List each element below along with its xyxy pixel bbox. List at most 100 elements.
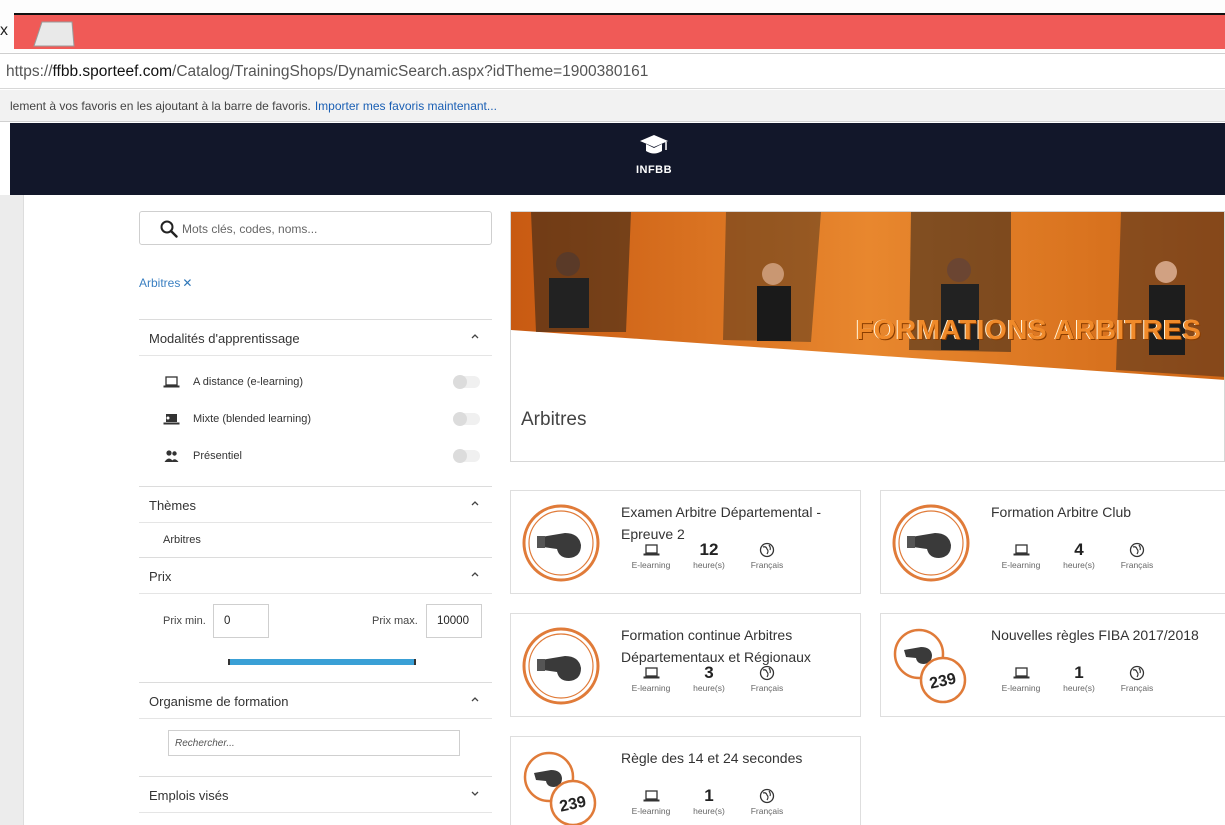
- globe-icon: [759, 542, 775, 558]
- import-favorites-link[interactable]: Importer mes favoris maintenant...: [315, 99, 497, 113]
- price-max-input[interactable]: 10000: [426, 604, 482, 638]
- meta-lang: Français: [737, 541, 797, 570]
- search-input[interactable]: [182, 219, 472, 239]
- globe-icon: [1129, 542, 1145, 558]
- favorites-bar: lement à vos favoris en les ajoutant à l…: [0, 90, 1225, 122]
- active-filter-chip[interactable]: Arbitres ✕: [139, 276, 192, 290]
- course-card[interactable]: 239 Règle des 14 et 24 secondes E-learni…: [510, 736, 861, 825]
- meta-lang: Français: [737, 787, 797, 816]
- price-max-label: Prix max.: [372, 615, 418, 627]
- meta-lang: Français: [1107, 664, 1167, 693]
- meta-mode: E-learning: [621, 541, 681, 570]
- price-min-input[interactable]: 0: [213, 604, 269, 638]
- theme-item-arbitres[interactable]: Arbitres: [163, 534, 201, 546]
- laptop-icon: [163, 376, 180, 388]
- course-title[interactable]: Formation continue Arbitres Départementa…: [621, 624, 856, 668]
- blended-icon: [163, 414, 180, 425]
- panel-themes-header[interactable]: Thèmes: [139, 486, 492, 523]
- meta-hours-value: 4: [1074, 540, 1084, 559]
- meta-hours-label: heure(s): [693, 560, 725, 570]
- modality-label: Présentiel: [193, 450, 242, 462]
- meta-hours-label: heure(s): [1063, 560, 1095, 570]
- meta-lang-label: Français: [750, 683, 784, 693]
- organisme-search[interactable]: [168, 730, 460, 756]
- theme-banner: FORMATIONS ARBITRES Arbitres: [510, 211, 1225, 462]
- course-title[interactable]: Nouvelles règles FIBA 2017/2018: [991, 624, 1225, 646]
- meta-hours-label: heure(s): [1063, 683, 1095, 693]
- meta-hours-value: 3: [704, 663, 714, 682]
- meta-mode: E-learning: [991, 541, 1051, 570]
- modality-blended[interactable]: Mixte (blended learning): [163, 409, 483, 431]
- course-card[interactable]: Formation Arbitre Club E-learning 4 heur…: [880, 490, 1225, 594]
- whistle-icon: [522, 627, 600, 705]
- panel-modalities-title: Modalités d'apprentissage: [149, 331, 300, 346]
- course-card[interactable]: Formation continue Arbitres Départementa…: [510, 613, 861, 717]
- tab-strip: [14, 13, 1225, 49]
- course-card[interactable]: Examen Arbitre Départemental - Epreuve 2…: [510, 490, 861, 594]
- modality-presentiel-toggle[interactable]: [453, 449, 480, 463]
- meta-lang-label: Français: [750, 560, 784, 570]
- url-text[interactable]: https://ffbb.sporteef.com/Catalog/Traini…: [6, 63, 648, 81]
- laptop-icon: [1013, 667, 1029, 679]
- panel-themes-title: Thèmes: [149, 498, 196, 513]
- modality-presentiel[interactable]: Présentiel: [163, 446, 483, 468]
- chevron-up-icon[interactable]: [470, 498, 480, 508]
- panel-modalities-header[interactable]: Modalités d'apprentissage: [139, 319, 492, 356]
- chevron-up-icon[interactable]: [470, 694, 480, 704]
- panel-price-header[interactable]: Prix: [139, 557, 492, 594]
- meta-hours: 12 heure(s): [679, 540, 739, 571]
- meta-mode: E-learning: [621, 787, 681, 816]
- infbb-logo[interactable]: INFBB: [630, 133, 678, 187]
- modality-elearning[interactable]: A distance (e-learning): [163, 372, 483, 394]
- browser-tabbar: x: [0, 0, 1225, 52]
- course-title[interactable]: Règle des 14 et 24 secondes: [621, 747, 856, 769]
- chevron-down-icon[interactable]: [470, 788, 480, 798]
- panel-emplois-header[interactable]: Emplois visés: [139, 776, 492, 813]
- address-bar[interactable]: https://ffbb.sporteef.com/Catalog/Traini…: [0, 53, 1225, 89]
- whistle-icon: [522, 504, 600, 582]
- meta-lang-label: Français: [1120, 683, 1154, 693]
- chevron-up-icon[interactable]: [470, 569, 480, 579]
- panel-organisme-header[interactable]: Organisme de formation: [139, 682, 492, 719]
- meta-hours-label: heure(s): [693, 683, 725, 693]
- keyword-search[interactable]: [139, 211, 492, 245]
- whistle-rules-icon: 239: [893, 628, 967, 704]
- url-host: ffbb.sporteef.com: [52, 63, 173, 80]
- course-title[interactable]: Examen Arbitre Départemental - Epreuve 2: [621, 501, 856, 545]
- close-tab-icon[interactable]: x: [0, 22, 8, 40]
- modality-elearning-toggle[interactable]: [453, 375, 480, 389]
- price-range-slider[interactable]: [228, 659, 416, 665]
- url-path: /Catalog/TrainingShops/DynamicSearch.asp…: [172, 63, 649, 80]
- meta-hours: 3 heure(s): [679, 663, 739, 694]
- laptop-icon: [643, 667, 659, 679]
- course-card[interactable]: 239 Nouvelles règles FIBA 2017/2018 E-le…: [880, 613, 1225, 717]
- panel-price-title: Prix: [149, 569, 172, 584]
- meta-hours-value: 12: [699, 540, 719, 559]
- favorites-hint-text: lement à vos favoris en les ajoutant à l…: [10, 99, 311, 113]
- meta-hours-label: heure(s): [693, 806, 725, 816]
- modality-blended-toggle[interactable]: [453, 412, 480, 426]
- globe-icon: [759, 665, 775, 681]
- organisme-search-input[interactable]: [169, 731, 459, 755]
- whistle-rules-icon: 239: [523, 751, 597, 825]
- logo-text: INFBB: [635, 164, 673, 176]
- price-min-label: Prix min.: [163, 615, 206, 627]
- banner-title: FORMATIONS ARBITRES: [856, 314, 1202, 345]
- panel-emplois-title: Emplois visés: [149, 788, 229, 803]
- meta-lang: Français: [737, 664, 797, 693]
- chevron-up-icon[interactable]: [470, 331, 480, 341]
- meta-mode-label: E-learning: [1001, 683, 1041, 693]
- remove-filter-icon[interactable]: ✕: [182, 276, 192, 290]
- meta-mode-label: E-learning: [631, 806, 671, 816]
- course-title[interactable]: Formation Arbitre Club: [991, 501, 1225, 523]
- meta-mode-label: E-learning: [631, 683, 671, 693]
- favorites-hint: lement à vos favoris en les ajoutant à l…: [10, 99, 497, 113]
- meta-lang-label: Français: [1120, 560, 1154, 570]
- site-header: INFBB: [10, 123, 1225, 195]
- laptop-icon: [643, 790, 659, 802]
- meta-lang-label: Français: [750, 806, 784, 816]
- new-tab-button[interactable]: [32, 20, 76, 47]
- page-gutter: [0, 195, 24, 825]
- globe-icon: [1129, 665, 1145, 681]
- panel-organisme-title: Organisme de formation: [149, 694, 289, 709]
